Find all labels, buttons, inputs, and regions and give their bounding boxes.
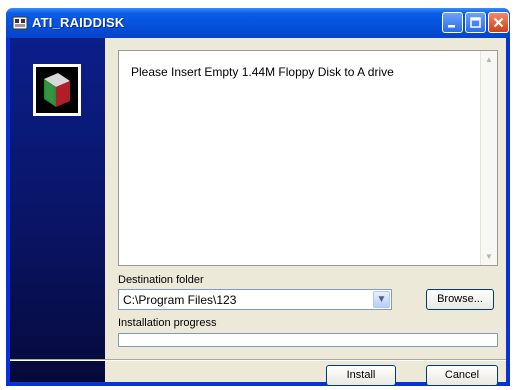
title-bar[interactable]: ATI_RAIDDISK [6, 8, 510, 38]
dialog-body: Please Insert Empty 1.44M Floppy Disk to… [10, 38, 506, 386]
cancel-button[interactable]: Cancel [426, 365, 498, 386]
minimize-button[interactable] [442, 12, 463, 33]
maximize-icon [470, 17, 481, 28]
scroll-up-icon[interactable]: ▲ [485, 55, 493, 64]
side-banner [10, 38, 105, 382]
scroll-down-icon[interactable]: ▼ [485, 252, 493, 261]
installation-progress-label: Installation progress [118, 317, 217, 329]
install-button[interactable]: Install [326, 365, 396, 386]
disk-logo-graphic [44, 73, 70, 107]
button-divider [10, 359, 506, 361]
vertical-scrollbar[interactable]: ▲ ▼ [480, 51, 497, 265]
installation-progress-bar [118, 333, 498, 347]
message-area[interactable]: Please Insert Empty 1.44M Floppy Disk to… [118, 50, 498, 266]
disk-logo-icon [33, 64, 81, 116]
destination-folder-label: Destination folder [118, 274, 204, 286]
chevron-down-icon[interactable]: ▼ [373, 291, 390, 308]
window-title: ATI_RAIDDISK [32, 15, 125, 30]
browse-button[interactable]: Browse... [426, 289, 494, 310]
installer-window: ATI_RAIDDISK Please Insert Empty 1.44M F… [6, 8, 510, 386]
installer-app-icon [12, 16, 28, 30]
destination-folder-value: C:\Program Files\123 [123, 293, 237, 307]
destination-folder-combobox[interactable]: C:\Program Files\123 ▼ [118, 289, 392, 310]
minimize-icon [448, 25, 455, 28]
instruction-text: Please Insert Empty 1.44M Floppy Disk to… [131, 65, 394, 79]
maximize-button[interactable] [465, 12, 486, 33]
close-button[interactable] [488, 12, 509, 33]
close-icon [493, 17, 504, 28]
